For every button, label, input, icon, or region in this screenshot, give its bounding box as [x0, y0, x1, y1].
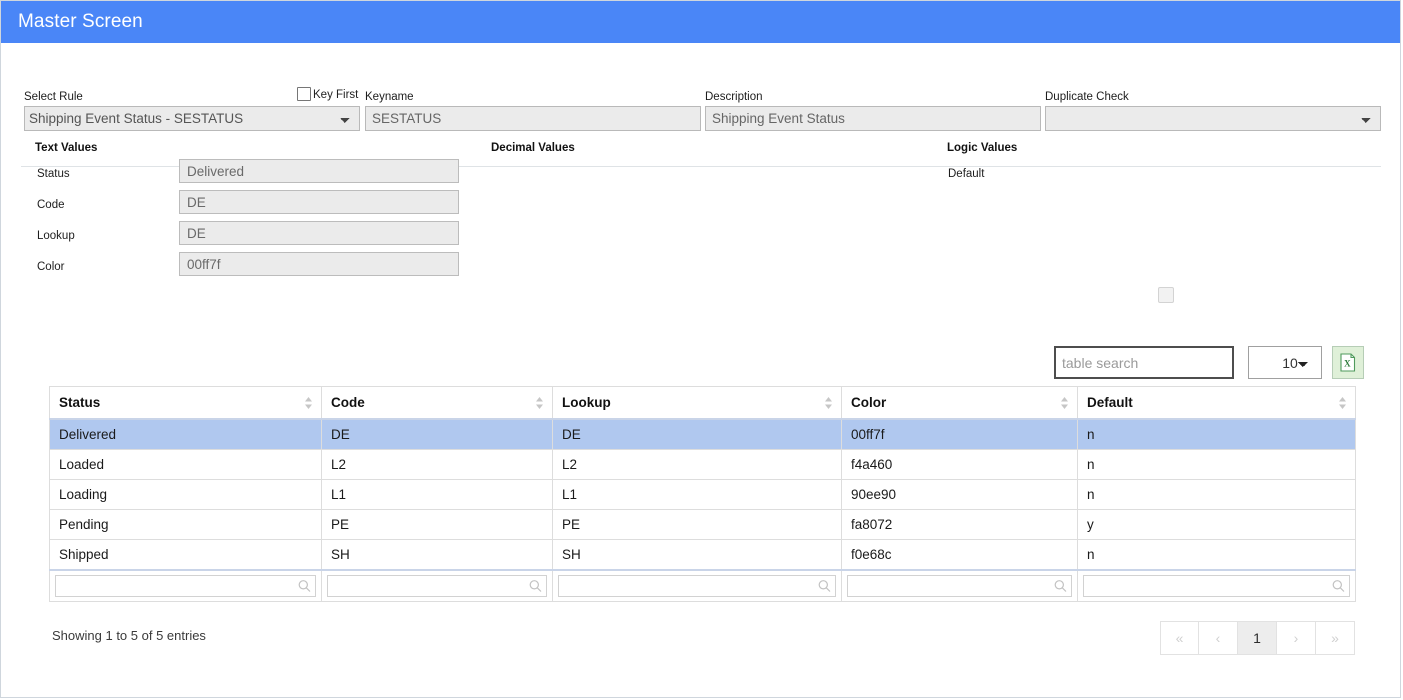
cell-lookup: L2 [552, 449, 842, 480]
cell-lookup: DE [552, 418, 842, 450]
column-header-color[interactable]: Color [841, 386, 1078, 420]
table-filter-row [49, 569, 1356, 602]
cell-color: fa8072 [841, 509, 1078, 540]
lookup-field-label: Lookup [37, 230, 75, 242]
window-titlebar: Master Screen [1, 1, 1400, 43]
table-row[interactable]: Delivered DE DE 00ff7f n [49, 418, 1356, 450]
cell-lookup: SH [552, 539, 842, 571]
column-header-code[interactable]: Code [321, 386, 553, 420]
lookup-field-input[interactable] [179, 221, 459, 245]
sort-updown-icon [1061, 396, 1068, 409]
cell-code: SH [321, 539, 553, 571]
column-header-status[interactable]: Status [49, 386, 322, 420]
cell-color: 00ff7f [841, 418, 1078, 450]
table-row[interactable]: Pending PE PE fa8072 y [49, 509, 1356, 540]
cell-status: Shipped [49, 539, 322, 571]
filter-cell-code [321, 569, 553, 602]
filter-cell-color [841, 569, 1078, 602]
filter-input-code[interactable] [327, 575, 547, 597]
filter-cell-default [1077, 569, 1356, 602]
cell-status: Delivered [49, 418, 322, 450]
filter-input-color[interactable] [847, 575, 1072, 597]
logic-values-title: Logic Values [947, 142, 1018, 154]
column-header-default-label: Default [1087, 395, 1133, 410]
column-header-code-label: Code [331, 395, 365, 410]
pagination-first-button[interactable]: « [1160, 621, 1199, 655]
cell-default: n [1077, 418, 1356, 450]
table-row[interactable]: Shipped SH SH f0e68c n [49, 539, 1356, 571]
sort-updown-icon [536, 396, 543, 409]
pagination-previous-button[interactable]: ‹ [1199, 621, 1238, 655]
table-row[interactable]: Loading L1 L1 90ee90 n [49, 479, 1356, 510]
excel-export-button[interactable]: X [1332, 346, 1364, 379]
column-header-status-label: Status [59, 395, 101, 410]
pagination-page-1-button[interactable]: 1 [1238, 621, 1277, 655]
cell-default: n [1077, 539, 1356, 571]
filter-input-default[interactable] [1083, 575, 1350, 597]
key-first-label: Key First [313, 89, 359, 101]
cell-color: f4a460 [841, 449, 1078, 480]
table-footer: Showing 1 to 5 of 5 entries « ‹ 1 › » [49, 621, 1355, 657]
table-row[interactable]: Loaded L2 L2 f4a460 n [49, 449, 1356, 480]
sort-updown-icon [825, 396, 832, 409]
cell-lookup: PE [552, 509, 842, 540]
detail-form: Text Values Decimal Values Logic Values … [1, 105, 1400, 303]
description-label: Description [705, 91, 763, 103]
code-field-input[interactable] [179, 190, 459, 214]
default-field-label: Default [948, 168, 985, 180]
cell-color: 90ee90 [841, 479, 1078, 510]
cell-status: Pending [49, 509, 322, 540]
key-first-checkbox[interactable] [297, 87, 311, 101]
page-length-select[interactable]: 10 [1248, 346, 1322, 379]
table-header-row: Status Code Lookup Color Default [49, 386, 1356, 420]
cell-code: PE [321, 509, 553, 540]
sort-updown-icon [1339, 396, 1346, 409]
excel-export-icon: X [1340, 353, 1356, 372]
cell-default: y [1077, 509, 1356, 540]
top-form-strip: Select Rule Shipping Event Status - SEST… [1, 43, 1400, 167]
decimal-values-title: Decimal Values [491, 142, 575, 154]
filter-input-lookup[interactable] [558, 575, 836, 597]
column-header-color-label: Color [851, 395, 887, 410]
sort-updown-icon [305, 396, 312, 409]
key-first-checkbox-group[interactable]: Key First [297, 87, 358, 101]
duplicate-check-label: Duplicate Check [1045, 91, 1129, 103]
pagination-last-button[interactable]: » [1316, 621, 1355, 655]
cell-code: L2 [321, 449, 553, 480]
table-toolbar: 10 X [1054, 346, 1364, 379]
svg-text:X: X [1344, 359, 1351, 369]
cell-code: L1 [321, 479, 553, 510]
cell-status: Loaded [49, 449, 322, 480]
cell-code: DE [321, 418, 553, 450]
column-header-lookup-label: Lookup [562, 395, 611, 410]
pagination-next-button[interactable]: › [1277, 621, 1316, 655]
table-search-input[interactable] [1054, 346, 1234, 379]
window-title: Master Screen [18, 11, 143, 32]
cell-color: f0e68c [841, 539, 1078, 571]
text-values-title: Text Values [35, 142, 98, 154]
keyname-label: Keyname [365, 91, 414, 103]
cell-default: n [1077, 479, 1356, 510]
cell-default: n [1077, 449, 1356, 480]
status-field-input[interactable] [179, 159, 459, 183]
filter-cell-lookup [552, 569, 842, 602]
cell-lookup: L1 [552, 479, 842, 510]
column-header-lookup[interactable]: Lookup [552, 386, 842, 420]
code-field-label: Code [37, 199, 65, 211]
color-field-input[interactable] [179, 252, 459, 276]
filter-input-status[interactable] [55, 575, 316, 597]
filter-cell-status [49, 569, 322, 602]
color-field-label: Color [37, 261, 65, 273]
master-screen-window: Master Screen Select Rule Shipping Event… [0, 0, 1401, 698]
status-field-label: Status [37, 168, 70, 180]
default-checkbox[interactable] [1158, 287, 1174, 303]
data-table-container: Status Code Lookup Color Default Deliver… [49, 386, 1356, 602]
data-table: Status Code Lookup Color Default Deliver… [49, 386, 1356, 602]
column-header-default[interactable]: Default [1077, 386, 1356, 420]
cell-status: Loading [49, 479, 322, 510]
pagination: « ‹ 1 › » [1160, 621, 1355, 655]
select-rule-label: Select Rule [24, 91, 83, 103]
showing-entries-text: Showing 1 to 5 of 5 entries [52, 628, 206, 643]
